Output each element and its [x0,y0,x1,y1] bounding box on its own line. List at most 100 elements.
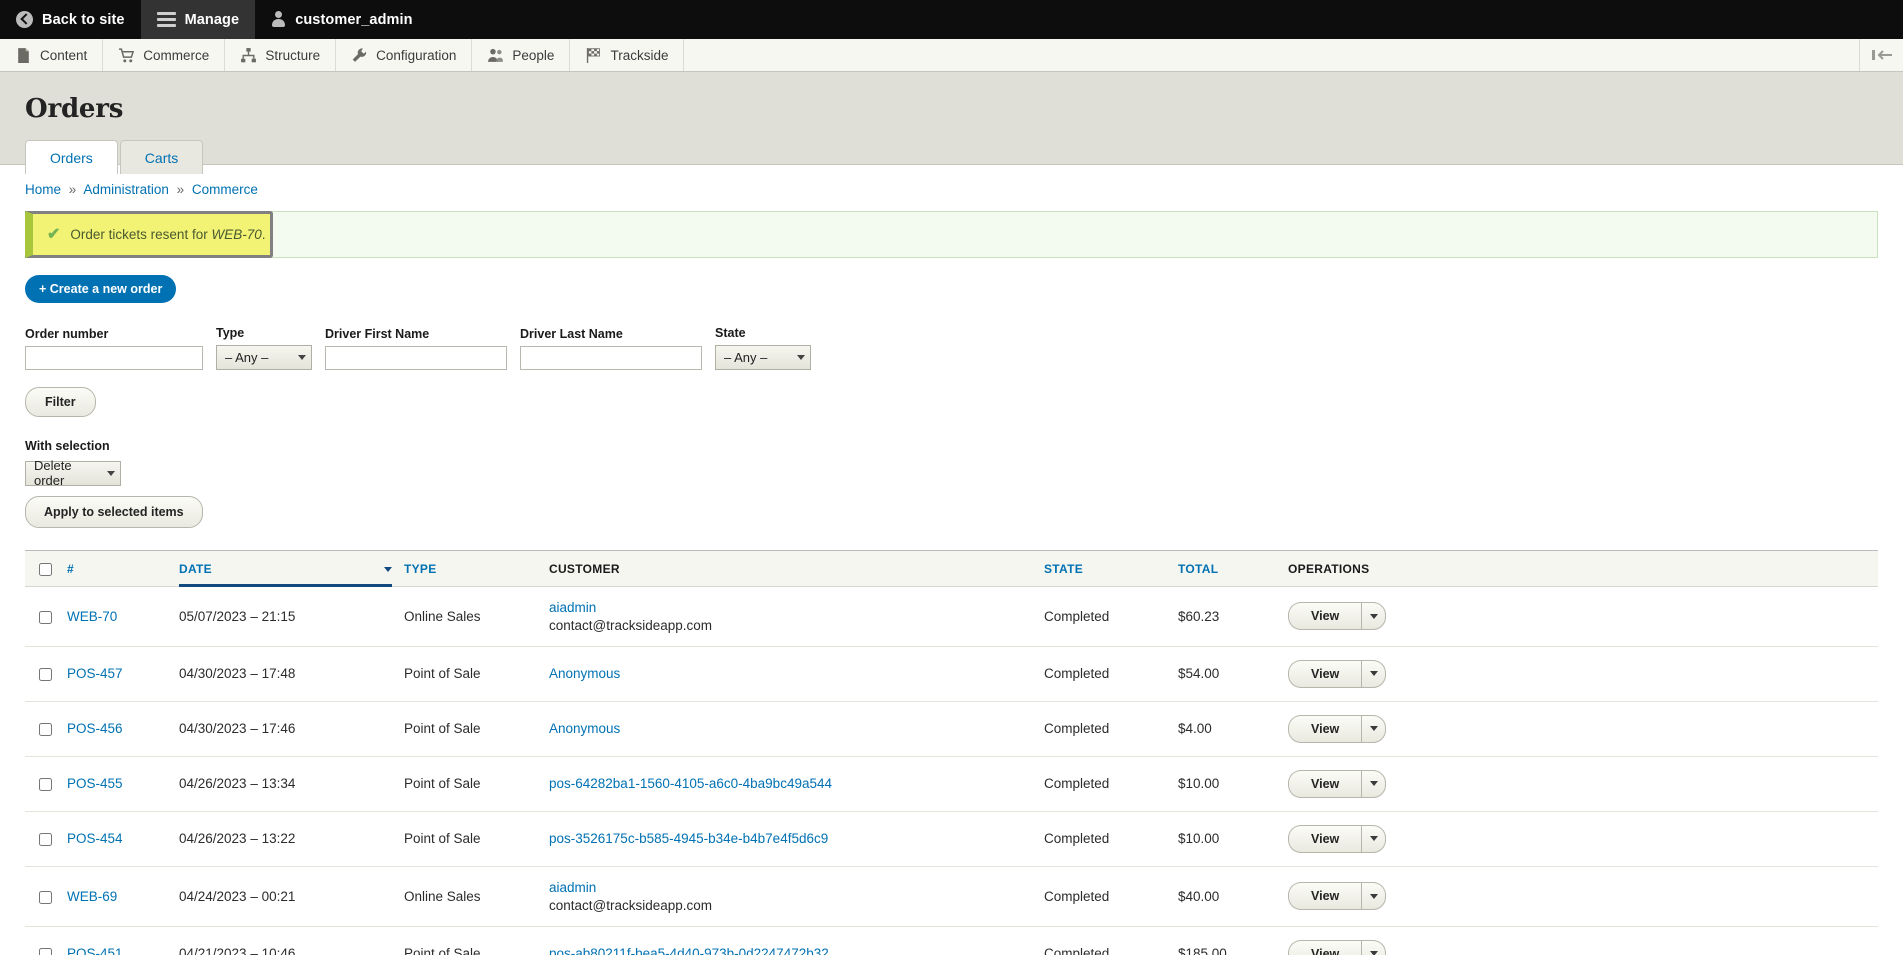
tab-orders[interactable]: Orders [25,140,118,174]
user-account-button[interactable]: customer_admin [255,0,428,39]
row-checkbox[interactable] [39,778,52,792]
operations-split-button: View [1288,602,1387,631]
view-order-button[interactable]: View [1288,602,1362,631]
header-customer: CUSTOMER [543,549,1038,587]
header-total-link[interactable]: TOTAL [1178,562,1218,576]
breadcrumb-home[interactable]: Home [25,182,61,197]
order-operations-cell: View [1282,926,1878,955]
order-number-link[interactable]: POS-454 [67,831,123,846]
order-number-link[interactable]: POS-456 [67,721,123,736]
operations-dropdown-toggle[interactable] [1361,602,1387,631]
order-type-cell: Online Sales [398,586,543,647]
filter-first-name-label: Driver First Name [325,327,430,341]
row-checkbox[interactable] [39,890,52,904]
order-number-cell: POS-455 [61,756,173,812]
state-select[interactable]: – Any – [715,345,811,370]
order-number-cell: POS-457 [61,646,173,702]
operations-dropdown-toggle[interactable] [1361,659,1387,688]
order-number-link[interactable]: POS-455 [67,776,123,791]
customer-link[interactable]: pos-64282ba1-1560-4105-a6c0-4ba9bc49a544 [549,776,832,791]
header-state[interactable]: STATE [1038,549,1172,587]
order-number-cell: POS-451 [61,926,173,955]
header-total[interactable]: TOTAL [1172,549,1282,587]
operations-dropdown-toggle[interactable] [1361,882,1387,911]
view-order-button[interactable]: View [1288,939,1362,955]
order-number-cell: WEB-70 [61,586,173,647]
order-number-link[interactable]: WEB-70 [67,609,117,624]
filter-form: Order number Type – Any – Driver First N… [25,326,1878,370]
customer-link[interactable]: Anonymous [549,721,620,736]
row-checkbox[interactable] [39,610,52,624]
back-to-site-button[interactable]: Back to site [0,0,141,39]
manage-menu-button[interactable]: Manage [140,0,256,39]
tab-carts[interactable]: Carts [119,140,204,174]
customer-link[interactable]: Anonymous [549,666,620,681]
order-state-cell: Completed [1038,811,1172,867]
order-type-cell: Online Sales [398,866,543,927]
checkmark-icon: ✔ [47,225,61,243]
menu-item-structure[interactable]: Structure [225,39,337,71]
filter-button[interactable]: Filter [25,387,96,417]
with-selection-label: With selection [25,439,110,453]
view-order-button[interactable]: View [1288,769,1362,798]
select-all-checkbox[interactable] [39,562,52,576]
customer-link[interactable]: aiadmin [549,880,596,895]
menu-item-content[interactable]: Content [0,39,104,71]
menu-item-configuration[interactable]: Configuration [336,39,473,71]
order-number-link[interactable]: WEB-69 [67,889,117,904]
order-number-input[interactable] [25,346,203,370]
operations-dropdown-toggle[interactable] [1361,714,1387,743]
operations-dropdown-toggle[interactable] [1361,824,1387,853]
operations-dropdown-toggle[interactable] [1361,939,1387,955]
menu-item-people[interactable]: People [472,39,571,71]
view-order-button[interactable]: View [1288,659,1362,688]
breadcrumb-commerce[interactable]: Commerce [192,182,258,197]
order-number-link[interactable]: POS-451 [67,946,123,955]
row-checkbox[interactable] [39,668,52,682]
order-number-link[interactable]: POS-457 [67,666,123,681]
driver-first-name-input[interactable] [325,346,507,370]
apply-to-selected-items-button[interactable]: Apply to selected items [25,495,203,528]
row-checkbox[interactable] [39,948,52,955]
back-to-site-label: Back to site [42,11,125,28]
collapse-left-icon [1871,50,1892,60]
row-checkbox[interactable] [39,833,52,847]
breadcrumb-administration[interactable]: Administration [83,182,169,197]
header-type-link[interactable]: TYPE [404,562,437,576]
menu-label: People [512,47,555,63]
chevron-down-icon [107,470,115,476]
create-new-order-button[interactable]: + Create a new order [25,275,177,303]
username-label: customer_admin [295,11,413,28]
header-number-link[interactable]: # [67,562,74,576]
menu-item-trackside[interactable]: Trackside [570,39,685,71]
header-operations: OPERATIONS [1282,549,1878,587]
driver-last-name-input[interactable] [520,346,702,370]
order-type-cell: Point of Sale [398,646,543,702]
filter-order-number-label: Order number [25,327,109,341]
type-select[interactable]: – Any – [216,345,312,370]
view-order-button[interactable]: View [1288,824,1362,853]
header-date-link[interactable]: DATE [179,562,212,576]
header-number[interactable]: # [61,549,173,587]
header-date[interactable]: DATE [173,549,398,588]
status-text-before: Order tickets resent for [70,227,212,242]
order-operations-cell: View [1282,586,1878,647]
order-type-cell: Point of Sale [398,811,543,867]
operations-dropdown-toggle[interactable] [1361,769,1387,798]
view-order-button[interactable]: View [1288,714,1362,743]
toolbar-orientation-toggle[interactable] [1859,39,1903,71]
menu-item-commerce[interactable]: Commerce [103,39,226,71]
chevron-down-icon [1369,671,1378,677]
view-order-button[interactable]: View [1288,882,1362,911]
order-customer-cell: Anonymous [543,646,1038,702]
customer-link[interactable]: aiadmin [549,600,596,615]
chevron-down-icon [797,355,805,360]
order-state-cell: Completed [1038,756,1172,812]
header-state-link[interactable]: STATE [1044,562,1083,576]
customer-link[interactable]: pos-3526175c-b585-4945-b34e-b4b7e4f5d6c9 [549,831,828,846]
bulk-action-select[interactable]: Delete order [25,458,121,488]
customer-link[interactable]: pos-ab80211f-bea5-4d40-973b-0d2247472b32 [549,946,829,955]
header-type[interactable]: TYPE [398,549,543,587]
row-checkbox[interactable] [39,723,52,737]
orders-table: # DATE TYPE CUSTOMER STATE TOTAL OPERATI… [25,549,1878,955]
